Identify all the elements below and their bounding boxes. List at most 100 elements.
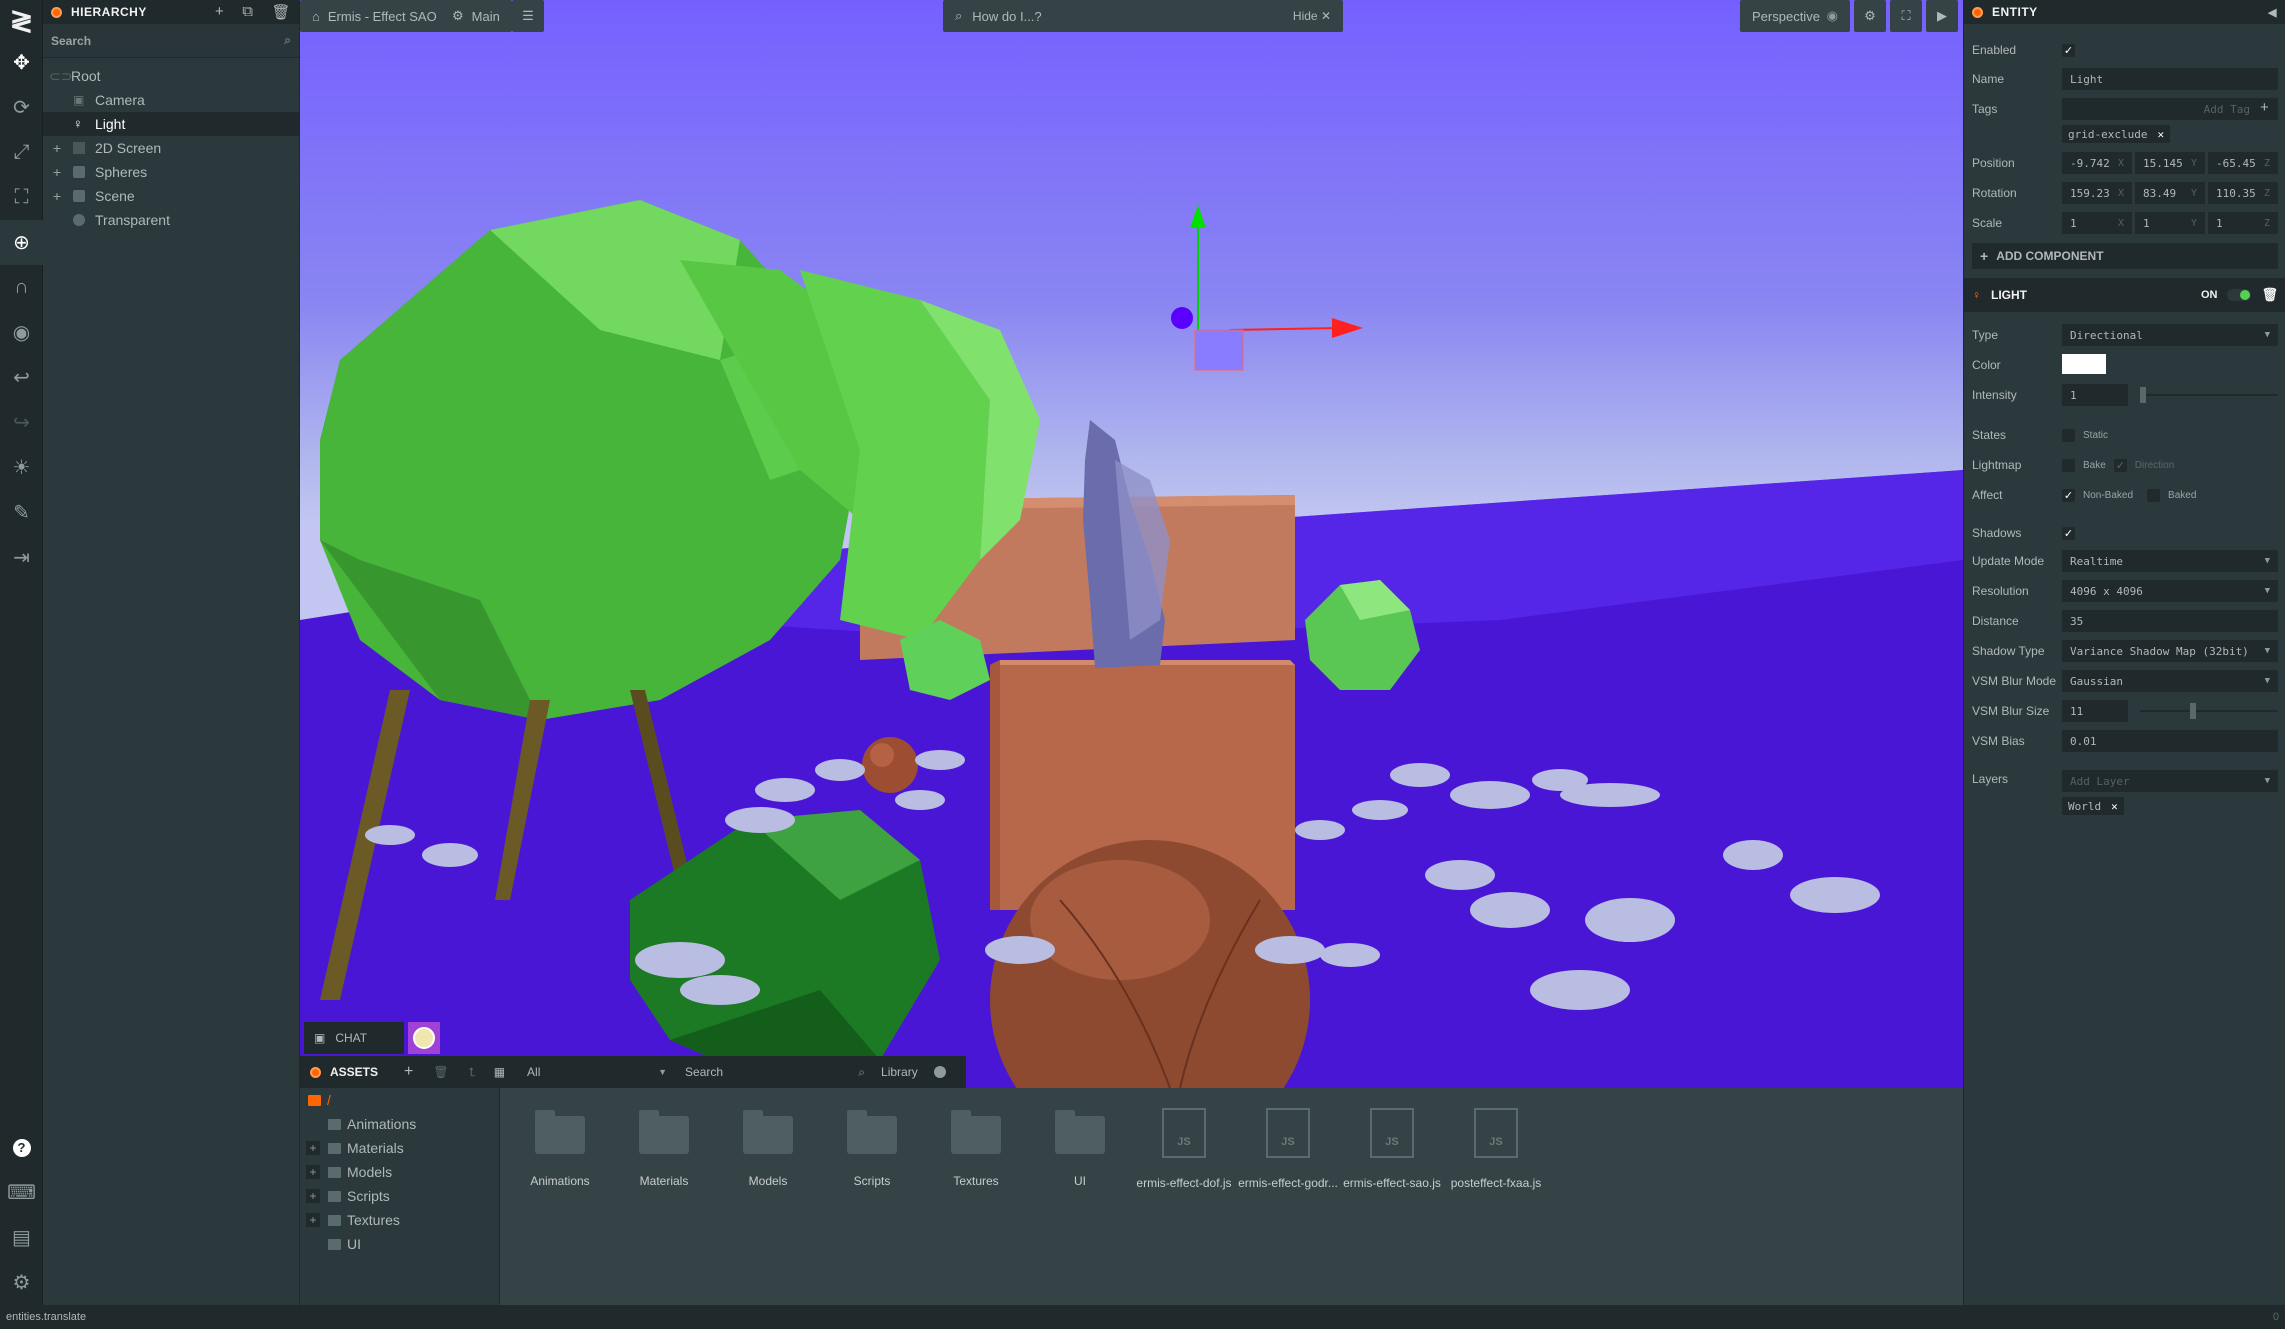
asset-tree-ui[interactable]: UI [300,1232,499,1256]
color-swatch[interactable] [2062,354,2106,374]
library-button[interactable]: Library [881,1065,946,1079]
expand-icon[interactable]: + [306,1213,320,1227]
snap-magnet-icon[interactable]: ∩ [0,265,43,310]
distance-input[interactable]: 35 [2062,610,2278,632]
how-do-i-search-input[interactable]: ⌕ How do I...? Hide ✕ [943,0,1343,32]
duplicate-entity-icon[interactable]: ⧉ [242,3,253,21]
asset-tile-folder[interactable]: Materials [612,1108,716,1188]
scene-render[interactable] [300,0,1963,1088]
direction-checkbox[interactable]: ✓ [2113,458,2127,472]
scale-z-input[interactable]: 1Z [2208,212,2278,234]
delete-asset-icon[interactable]: 🗑 [433,1065,448,1079]
asset-tile-folder[interactable]: Models [716,1108,820,1188]
add-entity-icon[interactable]: + [215,3,224,21]
light-enabled-toggle[interactable] [2227,289,2252,301]
code-editor-icon[interactable]: ✎ [0,490,43,535]
non-baked-checkbox[interactable]: ✓ [2062,488,2075,502]
resize-tool-icon[interactable]: ⛶ [0,175,43,220]
delete-entity-icon[interactable]: 🗑 [271,3,291,21]
rotation-x-input[interactable]: 159.23 X [2062,182,2132,204]
add-component-button[interactable]: + ADD COMPONENT [1972,243,2278,269]
baked-checkbox[interactable] [2147,488,2161,502]
scale-y-input[interactable]: 1Y [2135,212,2205,234]
asset-tree-textures[interactable]: + Textures [300,1208,499,1232]
tree-item-spheres[interactable]: + Spheres [43,160,299,184]
vsm-blur-mode-select[interactable]: Gaussian ▼ [2062,670,2278,692]
expand-icon[interactable]: + [49,140,65,156]
feedback-icon[interactable]: ▤ [0,1215,43,1260]
rotation-y-input[interactable]: 83.49 Y [2135,182,2205,204]
intensity-input[interactable]: 1 [2062,384,2128,406]
intensity-slider-handle[interactable] [2140,387,2146,403]
asset-tree-scripts[interactable]: + Scripts [300,1184,499,1208]
world-space-icon[interactable]: ⊕ [0,220,43,265]
enabled-checkbox[interactable]: ✓ [2062,43,2075,57]
add-tag-input[interactable]: Add Tag [2062,98,2278,120]
hierarchy-search-input[interactable]: Search ⌕ [43,24,299,58]
scale-tool-icon[interactable]: ⤢ [0,130,43,175]
scene-list-button[interactable]: ☰ [512,0,544,32]
expand-icon[interactable]: + [49,164,65,180]
asset-tree-animations[interactable]: Animations [300,1112,499,1136]
rotation-z-input[interactable]: 110.35 Z [2208,182,2278,204]
static-checkbox[interactable] [2062,428,2075,442]
shadow-type-select[interactable]: Variance Shadow Map (32bit) ▼ [2062,640,2278,662]
expand-icon[interactable]: + [306,1141,320,1155]
scene-button[interactable]: ⚙ Main [440,0,512,32]
undo-icon[interactable]: ↩ [0,355,43,400]
asset-tile-folder[interactable]: Scripts [820,1108,924,1188]
expand-icon[interactable]: + [306,1189,320,1203]
rotate-tool-icon[interactable]: ⟳ [0,85,43,130]
playcanvas-logo-icon[interactable]: ≷ [0,0,43,40]
launch-button[interactable]: ▶ [1926,0,1958,32]
asset-tile-folder[interactable]: Animations [508,1108,612,1188]
scene-viewport[interactable]: ⌂ Ermis - Effect SAO ⚙ Main ☰ ⌕ How do I… [300,0,1963,1088]
tree-item-2d-screen[interactable]: + 2D Screen [43,136,299,160]
add-asset-icon[interactable]: + [404,1063,413,1081]
collapse-panel-icon[interactable]: ◀ [2268,6,2277,19]
tree-item-transparent[interactable]: Transparent [43,208,299,232]
remove-tag-icon[interactable]: ✕ [2157,128,2164,141]
chat-button[interactable]: ▣ CHAT [304,1022,404,1054]
user-avatar[interactable] [408,1022,440,1054]
asset-tile-folder[interactable]: UI [1028,1108,1132,1188]
vsm-bias-input[interactable]: 0.01 [2062,730,2278,752]
asset-search-input[interactable]: Search ⌕ [685,1061,865,1083]
asset-tile-script[interactable]: JS ermis-effect-dof.js [1132,1108,1236,1190]
tree-item-camera[interactable]: ▣ Camera [43,88,299,112]
vsm-blur-size-input[interactable]: 11 [2062,700,2128,722]
add-tag-icon[interactable]: + [2260,99,2269,116]
keyboard-icon[interactable]: ⌨ [0,1170,43,1215]
camera-select[interactable]: Perspective ◉ [1740,0,1850,32]
asset-filter-select[interactable]: All ▼ [527,1061,667,1083]
viewport-settings-button[interactable]: ⚙ [1854,0,1886,32]
settings-gear-icon[interactable]: ⚙ [0,1260,43,1305]
remove-layer-icon[interactable]: ✕ [2111,800,2118,813]
asset-tree-models[interactable]: + Models [300,1160,499,1184]
publish-icon[interactable]: ⇥ [0,535,43,580]
update-mode-select[interactable]: Realtime ▼ [2062,550,2278,572]
bake-checkbox[interactable] [2062,458,2075,472]
expand-icon[interactable]: + [49,188,65,204]
tree-item-scene[interactable]: + Scene [43,184,299,208]
asset-tile-script[interactable]: JS ermis-effect-sao.js [1340,1108,1444,1190]
focus-eye-icon[interactable]: ◉ [0,310,43,355]
expand-icon[interactable]: + [306,1165,320,1179]
asset-tile-folder[interactable]: Textures [924,1108,1028,1188]
grid-view-icon[interactable]: ▦ [494,1065,505,1079]
assets-root[interactable]: / [300,1088,499,1112]
intensity-slider-track[interactable] [2140,394,2278,396]
light-component-header[interactable]: ♀ LIGHT ON 🗑 [1964,278,2285,312]
redo-icon[interactable]: ↪ [0,400,43,445]
tree-item-root[interactable]: ⊂⊃ Root [43,64,299,88]
vsm-blur-size-slider-handle[interactable] [2190,703,2196,719]
resolution-select[interactable]: 4096 x 4096 ▼ [2062,580,2278,602]
position-x-input[interactable]: -9.742 X [2062,152,2132,174]
scale-x-input[interactable]: 1X [2062,212,2132,234]
tree-item-light[interactable]: ♀ Light [43,112,299,136]
asset-tree-materials[interactable]: + Materials [300,1136,499,1160]
translate-tool-icon[interactable]: ✥ [0,40,43,85]
add-layer-select[interactable]: Add Layer ▼ [2062,770,2278,792]
hide-button[interactable]: Hide ✕ [1293,9,1331,23]
bake-lightmap-icon[interactable]: ☀ [0,445,43,490]
